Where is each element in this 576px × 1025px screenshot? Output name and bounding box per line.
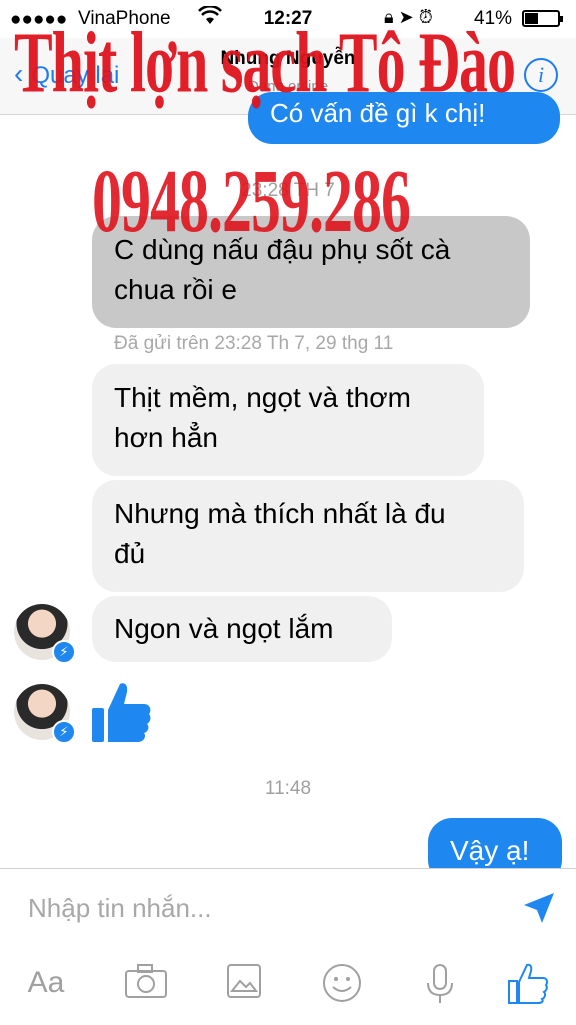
gallery-icon[interactable]: [222, 961, 266, 1005]
message-text-line: hơn hẳn: [114, 422, 219, 453]
message-text-line: đủ: [114, 538, 146, 569]
sent-info: Đã gửi trên 23:28 Th 7, 29 thg 11: [114, 333, 394, 354]
avatar[interactable]: ⚡︎: [14, 604, 76, 664]
battery-fill: [525, 13, 538, 24]
camera-icon[interactable]: [124, 961, 168, 1005]
composer: Nhập tin nhắn... Aa: [0, 868, 576, 1025]
message-text-line: Nhưng mà thích nhất là đu: [114, 498, 446, 529]
message-text-line: chua rồi e: [114, 274, 237, 305]
timestamp: 11:48: [264, 778, 312, 799]
watermark-brand: Thịt lợn sạch Tô Đào: [14, 13, 516, 112]
like-icon[interactable]: [506, 961, 550, 1005]
send-icon[interactable]: [522, 891, 556, 925]
message-input[interactable]: Nhập tin nhắn...: [28, 893, 212, 924]
messenger-badge-icon: ⚡︎: [52, 640, 76, 664]
like-icon[interactable]: [90, 680, 152, 744]
message-text: Ngon và ngọt lắm: [114, 613, 334, 644]
info-icon[interactable]: i: [524, 58, 558, 92]
message-incoming[interactable]: Nhưng mà thích nhất là đu đủ: [92, 480, 524, 592]
watermark-phone: 0948.259.286: [92, 151, 411, 251]
avatar[interactable]: ⚡︎: [14, 684, 76, 744]
message-text: Vậy ạ!: [450, 835, 530, 866]
message-text-line: Thịt mềm, ngọt và thơm: [114, 382, 411, 413]
text-format-button[interactable]: Aa: [24, 961, 68, 1005]
message-incoming[interactable]: Thịt mềm, ngọt và thơm hơn hẳn: [92, 364, 484, 476]
microphone-icon[interactable]: [418, 961, 462, 1005]
emoji-icon[interactable]: [320, 961, 364, 1005]
message-incoming[interactable]: Ngon và ngọt lắm: [92, 596, 392, 662]
messenger-badge-icon: ⚡︎: [52, 720, 76, 744]
composer-toolbar: Aa: [0, 957, 576, 1017]
battery-icon: [522, 10, 563, 27]
